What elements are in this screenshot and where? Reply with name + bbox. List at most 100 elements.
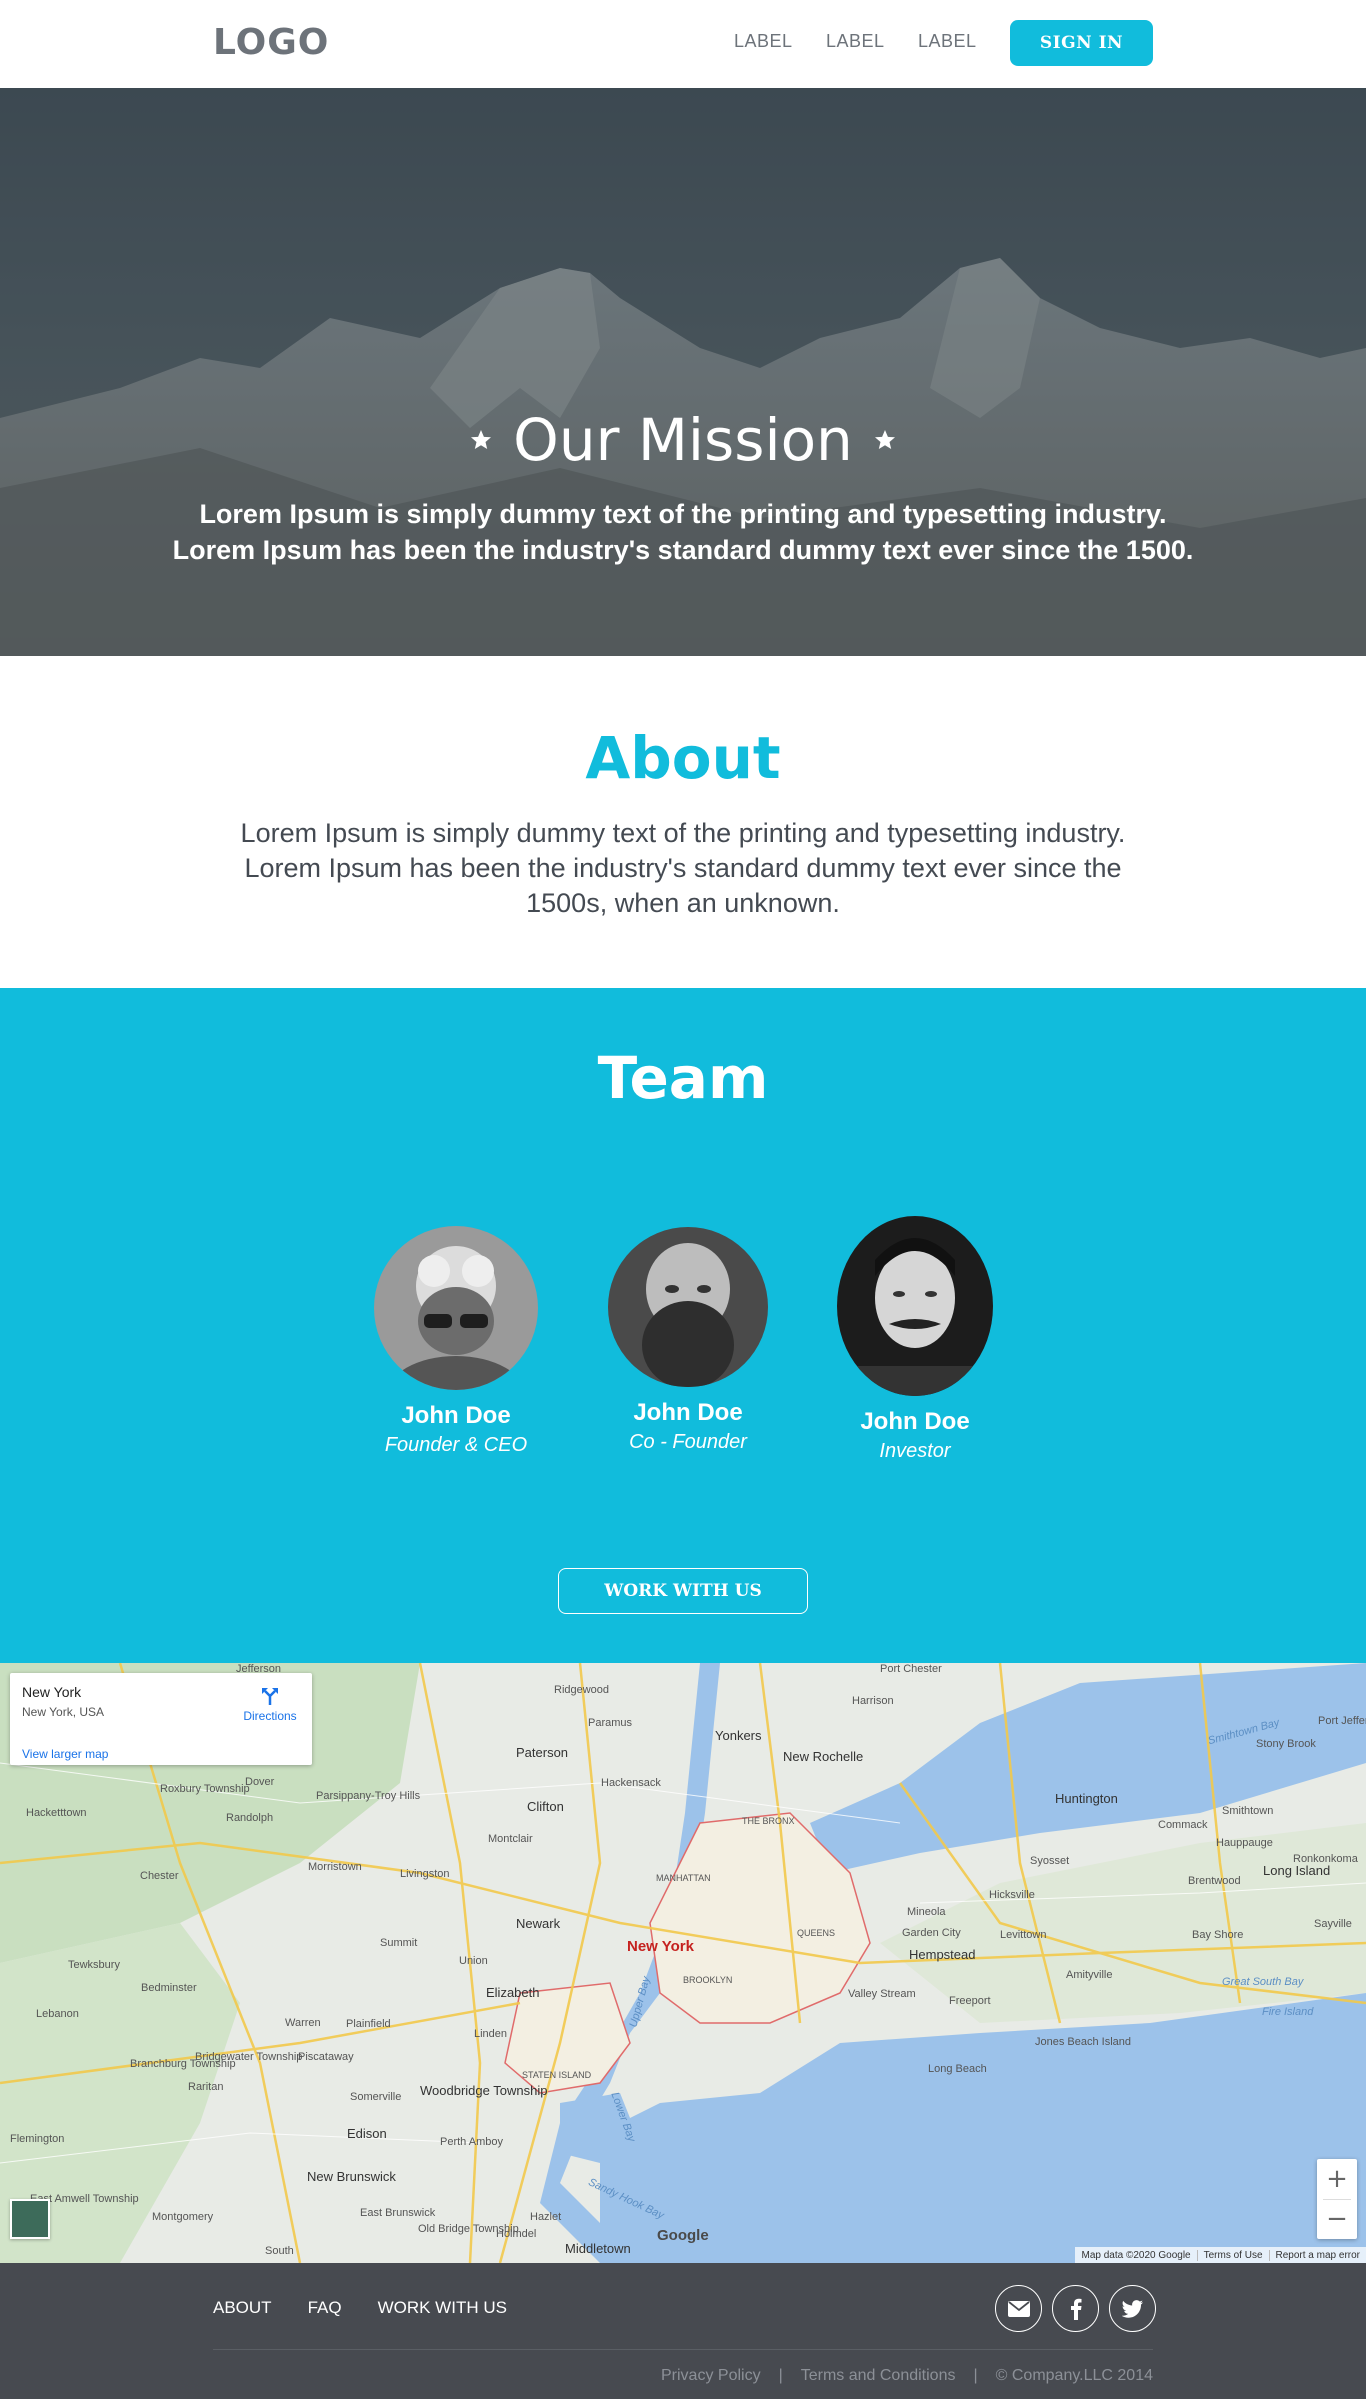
zoom-in-button[interactable]: +	[1317, 2159, 1357, 2199]
map-label: Holmdel	[496, 2228, 537, 2240]
facebook-button[interactable]	[1052, 2285, 1099, 2332]
map-label: Flemington	[10, 2133, 65, 2145]
map-label: South	[265, 2245, 294, 2257]
star-icon	[875, 430, 896, 449]
footer-divider	[213, 2349, 1153, 2350]
map-label: Sayville	[1314, 1918, 1352, 1930]
map-label: Long Beach	[928, 2063, 987, 2075]
map-label: Ronkonkoma	[1293, 1853, 1358, 1865]
map-label: Roxbury Township	[160, 1783, 250, 1795]
map-label: Newark	[516, 1916, 561, 1931]
place-title: New York	[22, 1684, 82, 1700]
map-label: Hempstead	[909, 1947, 976, 1962]
map-label-new-york: New York	[627, 1938, 694, 1955]
footer-link-work-with-us[interactable]: WORK WITH US	[378, 2298, 507, 2318]
map-label: Elizabeth	[486, 1985, 540, 2000]
map-label: Valley Stream	[848, 1988, 916, 2000]
zoom-divider	[1323, 2199, 1351, 2200]
about-section: About Lorem Ipsum is simply dummy text o…	[0, 656, 1366, 988]
map-label: QUEENS	[797, 1928, 836, 1938]
map-label: Brentwood	[1188, 1875, 1241, 1887]
team-member-card: John Doe Founder & CEO	[363, 1226, 549, 1457]
nav-link-3[interactable]: LABEL	[918, 31, 1010, 52]
separator: |	[973, 2367, 978, 2384]
map-label: East Brunswick	[360, 2207, 436, 2219]
map-label: Paramus	[588, 1717, 633, 1729]
twitter-button[interactable]	[1109, 2285, 1156, 2332]
view-larger-map-link[interactable]: View larger map	[22, 1747, 108, 1761]
map-data-credit: Map data ©2020 Google	[1075, 2249, 1198, 2261]
map-label: Stony Brook	[1256, 1738, 1316, 1750]
map-label: Great South Bay	[1222, 1976, 1304, 1988]
map-label: Montgomery	[152, 2211, 214, 2223]
map-label: Fire Island	[1262, 2006, 1314, 2018]
about-text: Lorem Ipsum is simply dummy text of the …	[240, 818, 1126, 918]
hero-title: Our Mission	[513, 406, 853, 474]
directions-label: Directions	[243, 1709, 297, 1723]
team-title: Team	[597, 1044, 769, 1112]
terms-link[interactable]: Terms and Conditions	[801, 2367, 956, 2385]
map-label: STATEN ISLAND	[522, 2070, 592, 2080]
directions-link[interactable]: Directions	[235, 1685, 305, 1723]
logo[interactable]: LOGO	[213, 22, 329, 63]
map-label: Livingston	[400, 1868, 450, 1880]
map-zoom-controls: + −	[1317, 2159, 1357, 2239]
footer-legal: Privacy Policy | Terms and Conditions | …	[661, 2367, 1153, 2385]
nav-link-2[interactable]: LABEL	[826, 31, 918, 52]
map-label: Levittown	[1000, 1929, 1047, 1941]
map-label: Bedminster	[141, 1982, 197, 1994]
mission-hero: Our Mission Lorem Ipsum is simply dummy …	[0, 88, 1366, 656]
main-nav: LABEL LABEL LABEL	[734, 31, 1010, 52]
star-icon	[470, 430, 491, 449]
satellite-toggle[interactable]	[10, 2199, 50, 2239]
map-label: Middletown	[565, 2241, 631, 2256]
map-label: Bay Shore	[1192, 1929, 1244, 1941]
map-label: Piscataway	[298, 2051, 354, 2063]
directions-icon	[262, 1688, 278, 1705]
member-role: Co - Founder	[629, 1431, 747, 1453]
map-embed[interactable]: New York Yonkers New Rochelle Paterson C…	[0, 1663, 1366, 2263]
member-name: John Doe	[860, 1408, 970, 1435]
social-links	[995, 2285, 1156, 2332]
map-label: Huntington	[1055, 1791, 1118, 1806]
map-label: Raritan	[188, 2081, 224, 2093]
map-label: Port Jeffers	[1318, 1715, 1366, 1727]
zoom-out-button[interactable]: −	[1317, 2199, 1357, 2239]
map-label: Syosset	[1030, 1855, 1070, 1867]
map-label: New Brunswick	[307, 2169, 396, 2184]
privacy-policy-link[interactable]: Privacy Policy	[661, 2367, 761, 2385]
email-button[interactable]	[995, 2285, 1042, 2332]
map-place-card: New York New York, USA Directions View l…	[10, 1673, 312, 1765]
about-title: About	[585, 724, 781, 792]
sign-in-button[interactable]: SIGN IN	[1010, 20, 1153, 66]
map-label: Smithtown	[1222, 1805, 1274, 1817]
map-attribution: Map data ©2020 Google Terms of Use Repor…	[1075, 2247, 1366, 2263]
footer-link-about[interactable]: ABOUT	[213, 2298, 272, 2318]
map-label: New Rochelle	[783, 1749, 864, 1764]
map-label: Paterson	[516, 1745, 569, 1760]
place-subtitle: New York, USA	[22, 1705, 105, 1719]
hero-description-line: Lorem Ipsum has been the industry's stan…	[172, 535, 1194, 565]
footer-link-faq[interactable]: FAQ	[308, 2298, 342, 2318]
map-label: Lebanon	[36, 2008, 79, 2020]
map-label: MANHATTAN	[656, 1873, 711, 1883]
map-label: Commack	[1158, 1819, 1208, 1831]
map-label: Parsippany-Troy Hills	[316, 1790, 421, 1802]
report-map-error-link[interactable]: Report a map error	[1270, 2250, 1366, 2261]
terms-of-use-link[interactable]: Terms of Use	[1198, 2249, 1270, 2261]
map-label: Clifton	[527, 1799, 564, 1814]
map-label: Amityville	[1066, 1969, 1113, 1981]
map-label: Morristown	[308, 1861, 362, 1873]
team-member-card: John Doe Investor	[822, 1216, 1008, 1463]
nav-link-1[interactable]: LABEL	[734, 31, 826, 52]
map-label: Edison	[347, 2126, 387, 2141]
google-logo: Google	[657, 2227, 709, 2244]
twitter-icon	[1121, 2299, 1143, 2318]
facebook-icon	[1070, 2298, 1081, 2320]
avatar	[374, 1226, 538, 1390]
hero-description-line: Lorem Ipsum is simply dummy text of the …	[199, 499, 1167, 529]
work-with-us-button[interactable]: WORK WITH US	[558, 1568, 808, 1614]
map-label: Tewksbury	[68, 1959, 120, 1971]
map-label: Perth Amboy	[440, 2136, 503, 2148]
member-name: John Doe	[401, 1402, 511, 1429]
